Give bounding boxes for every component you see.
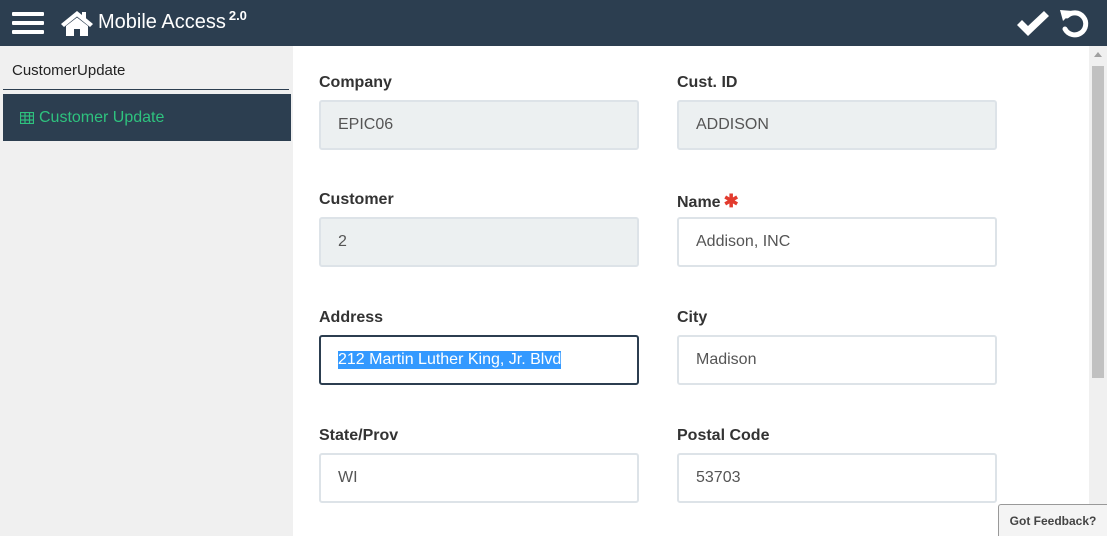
app-title-text: Mobile Access — [98, 11, 226, 33]
name-input[interactable]: Addison, INC — [677, 217, 997, 267]
state-value: WI — [338, 469, 358, 486]
vertical-scrollbar[interactable] — [1089, 46, 1107, 536]
feedback-button[interactable]: Got Feedback? — [998, 504, 1107, 536]
city-label: City — [677, 309, 708, 326]
cust-id-field: ADDISON — [677, 100, 997, 150]
grid-icon — [20, 111, 34, 124]
city-input[interactable]: Madison — [677, 335, 997, 385]
sidebar-title: CustomerUpdate — [12, 62, 126, 79]
company-label: Company — [319, 74, 392, 91]
state-label: State/Prov — [319, 427, 399, 444]
address-value: 212 Martin Luther King, Jr. Blvd — [338, 351, 562, 369]
app-title: Mobile Access 2.0 — [98, 8, 247, 34]
app-version: 2.0 — [228, 8, 247, 23]
sidebar: CustomerUpdate Customer Update — [0, 46, 293, 536]
name-value: Addison, INC — [696, 233, 791, 250]
customer-label: Customer — [319, 191, 394, 208]
scroll-thumb[interactable] — [1092, 66, 1104, 378]
customer-field: 2 — [319, 217, 639, 267]
scroll-up-icon[interactable] — [1094, 52, 1102, 57]
sidebar-item-customer-update[interactable]: Customer Update — [3, 94, 291, 141]
undo-icon[interactable] — [1058, 7, 1092, 39]
postal-code-label: Postal Code — [677, 427, 770, 444]
postal-code-value: 53703 — [696, 469, 741, 486]
cust-id-label: Cust. ID — [677, 74, 738, 91]
address-label: Address — [319, 309, 384, 326]
sidebar-item-label: Customer Update — [39, 108, 165, 126]
state-input[interactable]: WI — [319, 453, 639, 503]
city-value: Madison — [696, 351, 757, 368]
address-input[interactable]: 212 Martin Luther King, Jr. Blvd — [319, 335, 639, 385]
cust-id-value: ADDISON — [696, 116, 769, 133]
home-icon[interactable] — [60, 9, 94, 37]
customer-value: 2 — [338, 233, 347, 250]
menu-icon[interactable] — [12, 12, 44, 34]
company-field: EPIC06 — [319, 100, 639, 150]
postal-code-input[interactable]: 53703 — [677, 453, 997, 503]
name-label: Name ✱ — [677, 191, 739, 212]
form-area: Company EPIC06 Cust. ID ADDISON Customer… — [293, 46, 1089, 536]
company-value: EPIC06 — [338, 116, 394, 133]
top-bar: Mobile Access 2.0 — [0, 0, 1107, 46]
sidebar-divider — [3, 89, 289, 90]
name-label-text: Name — [677, 194, 721, 211]
required-asterisk-icon: ✱ — [723, 191, 739, 211]
check-icon[interactable] — [1015, 9, 1051, 39]
